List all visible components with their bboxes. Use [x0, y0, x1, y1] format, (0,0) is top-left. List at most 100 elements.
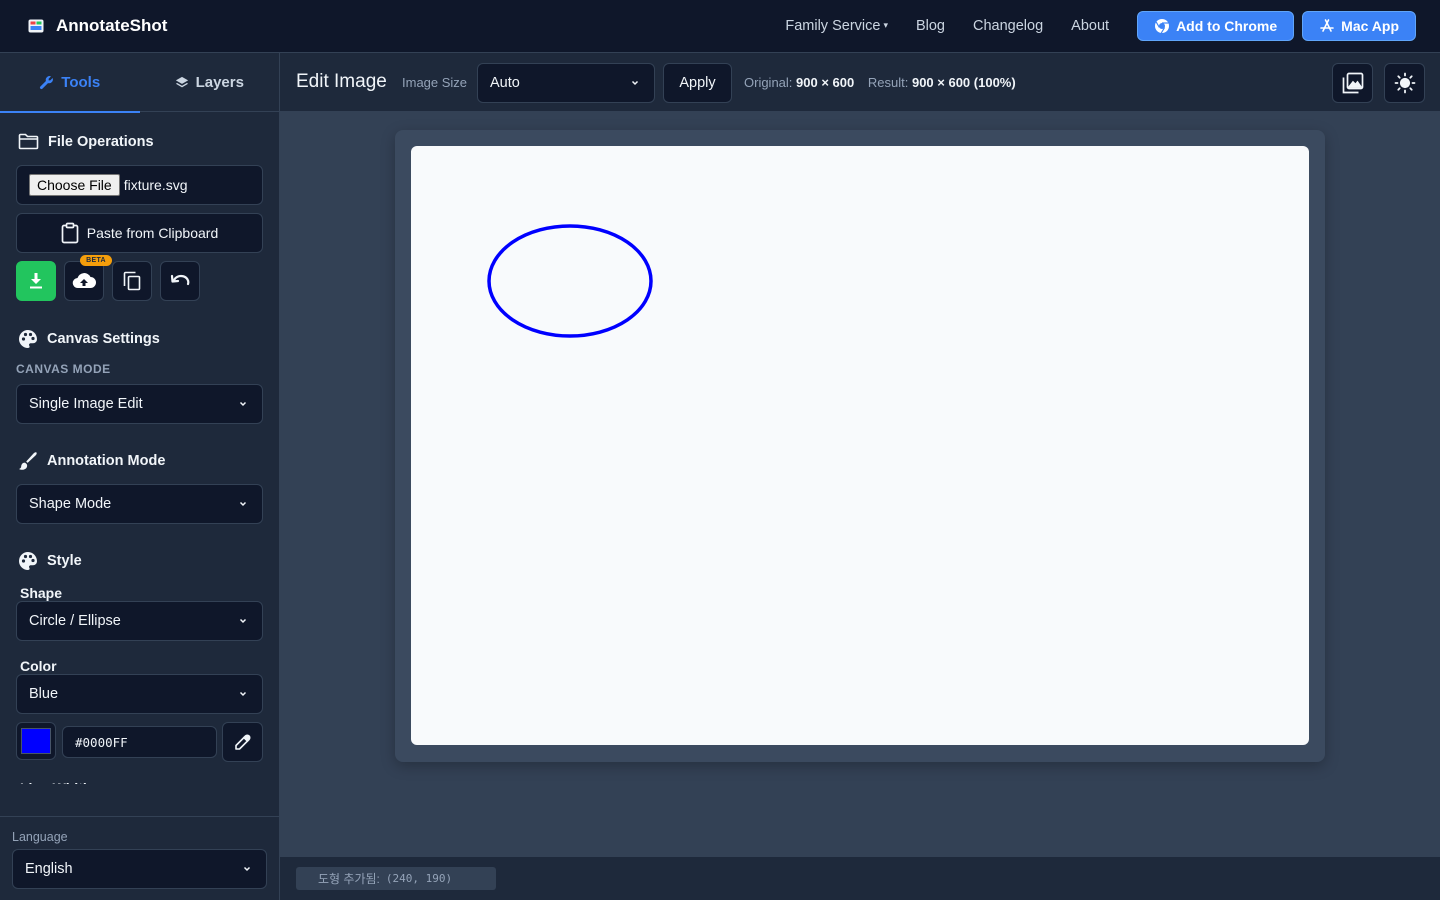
- ellipse-annotation[interactable]: [487, 224, 653, 338]
- color-swatch: [21, 728, 51, 754]
- style-title: Style: [47, 553, 82, 569]
- add-to-chrome-label: Add to Chrome: [1176, 18, 1278, 34]
- app-logo-icon: [28, 19, 44, 33]
- color-swatch-button[interactable]: [16, 722, 56, 760]
- nav-about[interactable]: About: [1071, 18, 1109, 34]
- palette-icon: [19, 552, 37, 570]
- file-input[interactable]: Choose File fixture.svg: [16, 165, 263, 205]
- layers-icon: [175, 76, 188, 87]
- brush-icon: [19, 452, 37, 470]
- chevron-down-icon: [239, 501, 247, 507]
- sidebar-tabs: Tools Layers: [0, 53, 280, 113]
- file-name: fixture.svg: [123, 177, 188, 193]
- chevron-down-icon: [239, 618, 247, 624]
- chrome-icon: [1155, 19, 1170, 34]
- beta-badge: BETA: [80, 255, 112, 266]
- line-width-label: Line Width: [20, 775, 91, 784]
- wrench-icon: [40, 76, 54, 90]
- annotation-mode-heading: Annotation Mode: [18, 451, 165, 471]
- choose-file-button[interactable]: Choose File: [29, 174, 120, 196]
- nav-changelog[interactable]: Changelog: [973, 18, 1043, 34]
- theme-toggle-button[interactable]: [1384, 63, 1425, 103]
- tab-tools-label: Tools: [61, 74, 101, 91]
- status-message: 도형 추가됨: (240, 190): [296, 867, 496, 890]
- annotation-mode-title: Annotation Mode: [47, 453, 166, 469]
- file-operations-heading: File Operations: [18, 133, 154, 150]
- language-select[interactable]: English: [12, 849, 267, 889]
- color-value: Blue: [29, 686, 59, 702]
- canvas-mode-label: CANVAS MODE: [16, 362, 111, 376]
- add-to-chrome-button[interactable]: Add to Chrome: [1137, 11, 1295, 41]
- cloud-upload-icon: [72, 273, 96, 289]
- shape-label: Shape: [20, 585, 63, 601]
- chevron-down-icon: [243, 866, 251, 872]
- eyedropper-icon: [234, 734, 250, 750]
- download-icon: [30, 273, 42, 289]
- result-value: 900 × 600 (100%): [911, 75, 1016, 90]
- eyedropper-button[interactable]: [222, 722, 263, 762]
- canvas-settings-title: Canvas Settings: [47, 331, 160, 347]
- nav-blog[interactable]: Blog: [916, 18, 945, 34]
- image-size-value: Auto: [490, 75, 520, 91]
- copy-button[interactable]: [112, 261, 152, 301]
- canvas-settings-heading: Canvas Settings: [18, 329, 160, 349]
- annotation-mode-select[interactable]: Shape Mode: [16, 484, 263, 524]
- sidebar: Tools Layers File Operations Choose File…: [0, 53, 280, 900]
- canvas-mode-select[interactable]: Single Image Edit: [16, 384, 263, 424]
- shape-value: Circle / Ellipse: [29, 613, 121, 629]
- image-gallery-icon: [1342, 72, 1363, 94]
- paste-from-clipboard-button[interactable]: Paste from Clipboard: [16, 213, 263, 253]
- paste-label: Paste from Clipboard: [86, 225, 219, 241]
- image-size-select[interactable]: Auto: [477, 63, 655, 103]
- mac-app-label: Mac App: [1341, 18, 1399, 34]
- cloud-upload-button[interactable]: [64, 261, 104, 301]
- status-bar: 도형 추가됨: (240, 190): [280, 857, 1440, 900]
- page-title: Edit Image: [296, 71, 387, 92]
- undo-button[interactable]: [160, 261, 200, 301]
- language-section: Language English: [0, 816, 279, 900]
- app-store-icon: [1320, 19, 1334, 32]
- result-label: Result:: [867, 75, 909, 90]
- top-navbar: AnnotateShot Family Service ▾ Blog Change…: [0, 0, 1440, 53]
- hex-color-input[interactable]: #0000FF: [62, 726, 217, 758]
- download-button[interactable]: [16, 261, 56, 301]
- shape-select[interactable]: Circle / Ellipse: [16, 601, 263, 641]
- file-operations-title: File Operations: [48, 133, 154, 150]
- nav-family-service[interactable]: Family Service ▾: [785, 18, 888, 34]
- original-label: Original:: [744, 75, 793, 90]
- folder-icon: [18, 133, 39, 150]
- apply-button[interactable]: Apply: [663, 63, 732, 103]
- undo-icon: [170, 274, 190, 286]
- tab-layers-label: Layers: [195, 74, 244, 91]
- annotation-mode-value: Shape Mode: [29, 496, 112, 512]
- style-heading: Style: [18, 551, 82, 571]
- image-dimensions: Original: 900 × 600 Result: 900 × 600 (1…: [744, 75, 1016, 90]
- tab-tools[interactable]: Tools: [0, 53, 140, 113]
- canvas-layer: [487, 224, 653, 338]
- tools-panel[interactable]: File Operations Choose File fixture.svg …: [0, 113, 279, 836]
- tab-layers[interactable]: Layers: [140, 53, 280, 112]
- brand[interactable]: AnnotateShot: [28, 16, 167, 36]
- language-label: Language: [12, 830, 68, 844]
- app-name: AnnotateShot: [56, 16, 168, 35]
- copy-icon: [123, 271, 141, 291]
- clipboard-icon: [61, 222, 79, 244]
- canvas-mode-value: Single Image Edit: [29, 396, 143, 412]
- top-nav: Family Service ▾ Blog Changelog About Add…: [785, 11, 1440, 41]
- nav-family-service-label: Family Service: [785, 18, 881, 34]
- drawing-canvas[interactable]: [411, 146, 1309, 745]
- chevron-down-icon: [239, 691, 247, 697]
- status-coords: (240, 190): [385, 872, 453, 885]
- mac-app-button[interactable]: Mac App: [1302, 11, 1416, 41]
- original-value: 900 × 600: [796, 75, 855, 90]
- chevron-down-icon: [239, 401, 247, 407]
- chevron-down-icon: ▾: [883, 20, 888, 30]
- status-text: 도형 추가됨:: [318, 872, 380, 886]
- palette-icon: [19, 330, 37, 348]
- color-select[interactable]: Blue: [16, 674, 263, 714]
- image-size-label: Image Size: [402, 75, 468, 90]
- sun-icon: [1394, 72, 1415, 94]
- color-label: Color: [20, 658, 57, 674]
- language-value: English: [25, 861, 73, 877]
- gallery-button[interactable]: [1332, 63, 1373, 103]
